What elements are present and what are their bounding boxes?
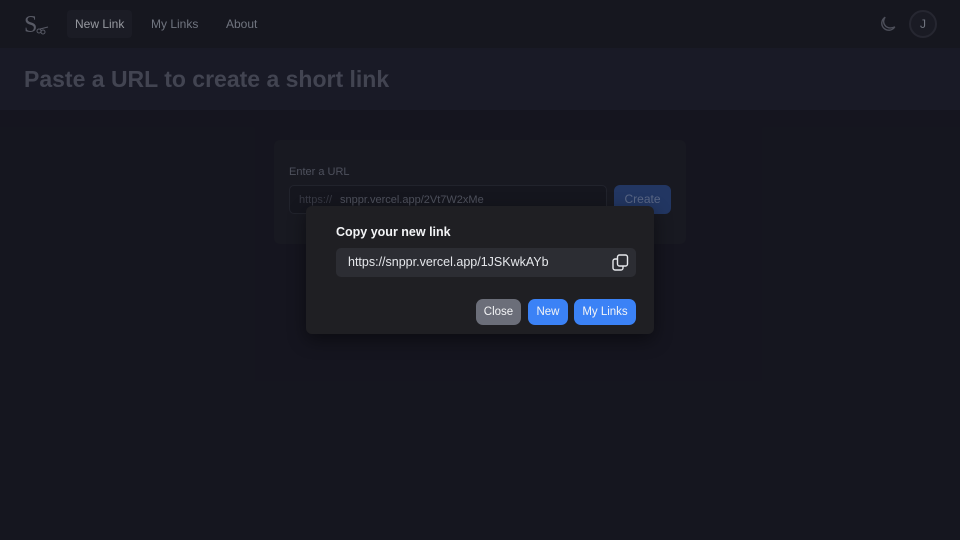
modal-title: Copy your new link bbox=[336, 225, 451, 239]
short-link-text: https://snppr.vercel.app/1JSKwkAYb bbox=[348, 255, 549, 269]
new-button[interactable]: New bbox=[528, 299, 568, 325]
my-links-button[interactable]: My Links bbox=[574, 299, 636, 325]
close-button[interactable]: Close bbox=[476, 299, 521, 325]
copy-icon[interactable] bbox=[612, 254, 629, 271]
